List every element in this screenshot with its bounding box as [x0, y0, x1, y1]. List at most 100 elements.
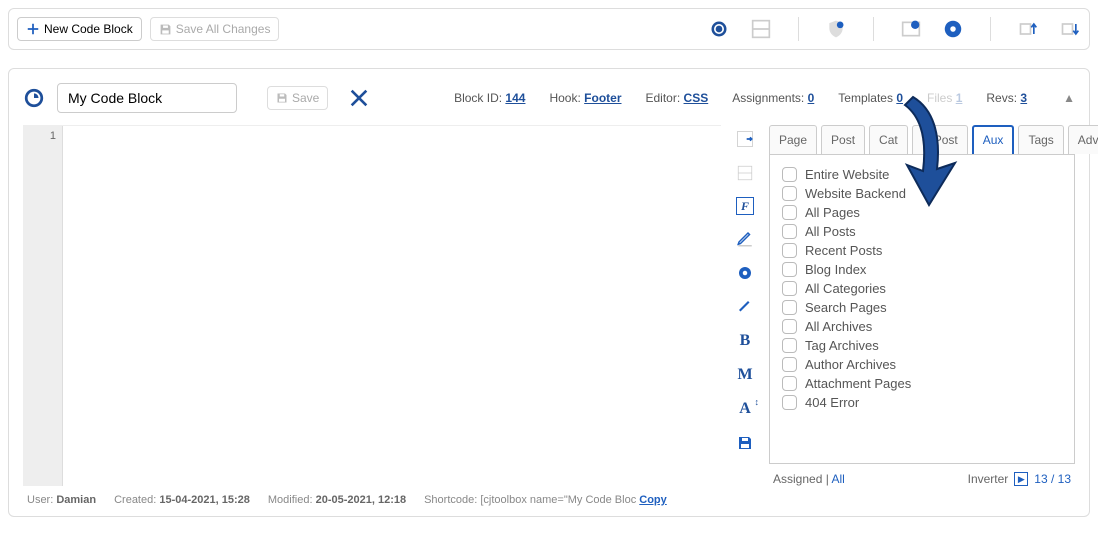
new-block-label: New Code Block: [44, 22, 133, 36]
revs-label: Revs:: [986, 91, 1017, 105]
save-label: Save: [292, 91, 319, 105]
aux-item-label: Search Pages: [805, 300, 887, 315]
checkbox[interactable]: [782, 376, 797, 391]
aux-item-label: 404 Error: [805, 395, 859, 410]
grid-tool-icon[interactable]: [735, 163, 755, 183]
save-icon: [276, 92, 288, 104]
a-tool-icon[interactable]: A↕: [735, 399, 755, 419]
checkbox[interactable]: [782, 281, 797, 296]
logo-icon: [23, 87, 45, 109]
line-number: 1: [29, 130, 56, 142]
tab-post[interactable]: Post: [821, 125, 865, 154]
block-meta: Block ID: 144 Hook: Footer Editor: CSS A…: [454, 91, 1075, 105]
gear-icon[interactable]: [942, 18, 964, 40]
checkbox[interactable]: [782, 262, 797, 277]
aux-item-label: All Archives: [805, 319, 872, 334]
assignment-tabs: Page Post Cat C.Post Aux Tags Adv: [769, 125, 1075, 154]
all-link[interactable]: All: [832, 472, 845, 486]
shield-gear-icon[interactable]: [825, 18, 847, 40]
copy-link[interactable]: Copy: [639, 494, 667, 506]
aux-item-label: All Categories: [805, 281, 886, 296]
user-value: Damian: [56, 494, 96, 506]
tab-cpost[interactable]: C.Post: [912, 125, 968, 154]
insert-icon[interactable]: [735, 129, 755, 149]
checkbox[interactable]: [782, 243, 797, 258]
inverter-label: Inverter: [968, 472, 1009, 486]
assigned-link[interactable]: Assigned: [773, 472, 822, 486]
assignments-link[interactable]: 0: [808, 91, 815, 105]
assignment-panel: Page Post Cat C.Post Aux Tags Adv Entire…: [769, 125, 1075, 486]
shortcode-value: [cjtoolbox name="My Code Bloc: [480, 494, 636, 506]
aux-tab-content: Entire Website Website Backend All Pages…: [769, 154, 1075, 464]
aux-item-label: Recent Posts: [805, 243, 882, 258]
assignments-label: Assignments:: [732, 91, 804, 105]
checkbox[interactable]: [782, 338, 797, 353]
block-id-link[interactable]: 144: [505, 91, 525, 105]
close-icon[interactable]: [348, 87, 370, 109]
checkbox[interactable]: [782, 205, 797, 220]
files-label: Files: [927, 91, 952, 105]
font-tool-icon[interactable]: F: [736, 197, 754, 215]
aux-item-label: All Pages: [805, 205, 860, 220]
checkbox[interactable]: [782, 395, 797, 410]
tab-tags[interactable]: Tags: [1018, 125, 1063, 154]
pin-tool-icon[interactable]: [735, 297, 755, 317]
editor-label: Editor:: [646, 91, 681, 105]
sort-desc-icon[interactable]: [1059, 18, 1081, 40]
m-tool-icon[interactable]: M: [735, 365, 755, 385]
aux-item-label: Attachment Pages: [805, 376, 911, 391]
save-button[interactable]: Save: [267, 86, 328, 110]
save-all-label: Save All Changes: [176, 22, 271, 36]
hook-link[interactable]: Footer: [584, 91, 621, 105]
save-icon: [159, 23, 172, 36]
aux-item-label: Website Backend: [805, 186, 906, 201]
editor-gutter: 1: [23, 126, 63, 486]
aux-item-label: Author Archives: [805, 357, 896, 372]
edit-tool-icon[interactable]: [735, 229, 755, 249]
revs-link[interactable]: 3: [1020, 91, 1027, 105]
user-label: User:: [27, 494, 53, 506]
top-icon-group: [708, 17, 1081, 41]
checkbox[interactable]: [782, 167, 797, 182]
block-title-input[interactable]: [57, 83, 237, 113]
modified-label: Modified:: [268, 494, 313, 506]
block-footer: User: Damian Created: 15-04-2021, 15:28 …: [23, 486, 1075, 506]
plus-icon: [26, 22, 40, 36]
tab-aux[interactable]: Aux: [972, 125, 1015, 154]
created-value: 15-04-2021, 15:28: [159, 494, 250, 506]
bold-tool-icon[interactable]: B: [735, 331, 755, 351]
aux-item-label: Tag Archives: [805, 338, 879, 353]
collapse-icon[interactable]: ▲: [1063, 91, 1075, 105]
grid-icon[interactable]: [750, 18, 772, 40]
aux-item-label: All Posts: [805, 224, 856, 239]
templates-link[interactable]: 0: [896, 91, 903, 105]
block-id-label: Block ID:: [454, 91, 502, 105]
save-tool-icon[interactable]: [735, 433, 755, 453]
checkbox[interactable]: [782, 319, 797, 334]
count-label: 13 / 13: [1034, 472, 1071, 486]
code-editor[interactable]: 1: [23, 125, 721, 486]
checkbox[interactable]: [782, 300, 797, 315]
editor-link[interactable]: CSS: [684, 91, 709, 105]
modified-value: 20-05-2021, 12:18: [316, 494, 407, 506]
files-link[interactable]: 1: [956, 91, 963, 105]
sort-asc-icon[interactable]: [1017, 18, 1039, 40]
checkbox[interactable]: [782, 224, 797, 239]
globe-icon[interactable]: [708, 18, 730, 40]
tab-cat[interactable]: Cat: [869, 125, 908, 154]
block-header: Save Block ID: 144 Hook: Footer Editor: …: [23, 77, 1075, 125]
assignment-footer: Assigned | All Inverter ▶ 13 / 13: [769, 464, 1075, 486]
editor-content[interactable]: [63, 126, 721, 486]
tab-adv[interactable]: Adv: [1068, 125, 1098, 154]
created-label: Created:: [114, 494, 156, 506]
hook-label: Hook:: [549, 91, 580, 105]
new-code-block-button[interactable]: New Code Block: [17, 17, 142, 41]
checkbox[interactable]: [782, 357, 797, 372]
editor-side-toolbar: F B M A↕: [729, 125, 761, 486]
save-all-button: Save All Changes: [150, 17, 280, 41]
tab-page[interactable]: Page: [769, 125, 817, 154]
play-icon[interactable]: ▶: [1014, 472, 1028, 486]
checkbox[interactable]: [782, 186, 797, 201]
gear-tool-icon[interactable]: [735, 263, 755, 283]
grid-gear-icon[interactable]: [900, 18, 922, 40]
